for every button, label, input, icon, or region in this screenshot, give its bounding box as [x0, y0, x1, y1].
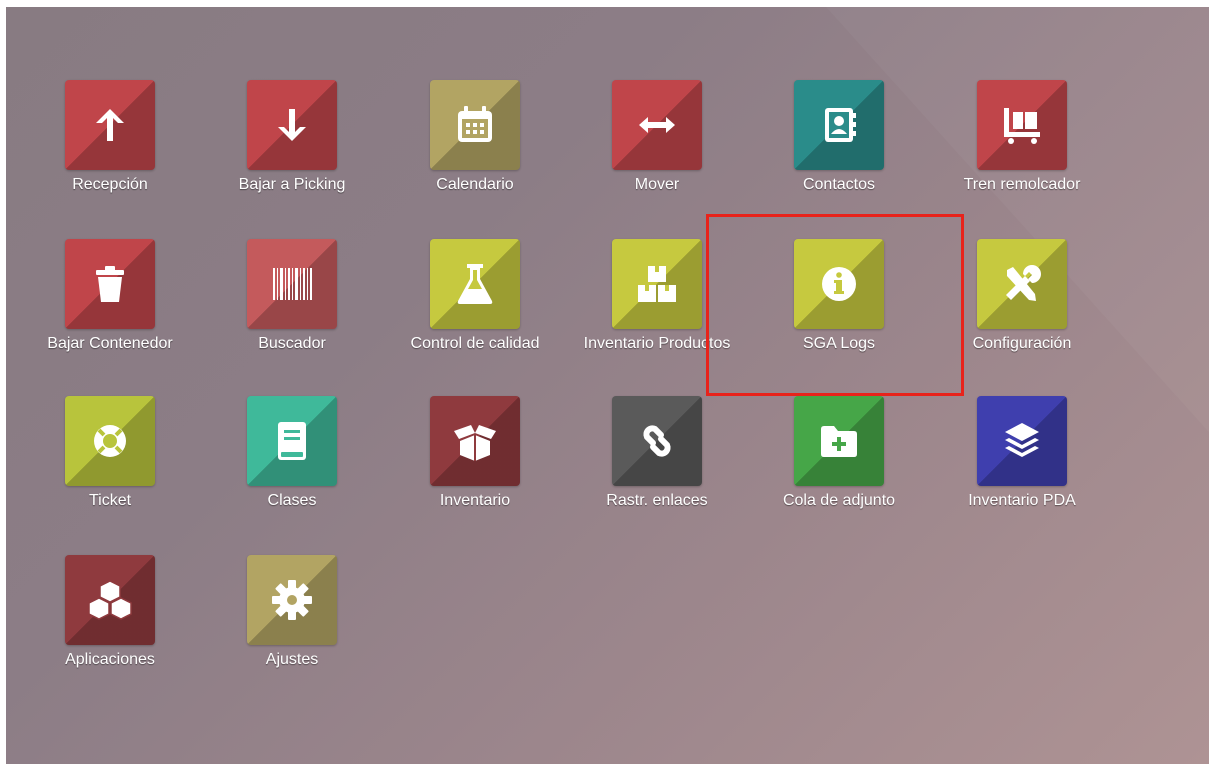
app-tile[interactable] [794, 239, 884, 329]
app-inventario-pda[interactable]: Inventario PDA [931, 396, 1113, 546]
app-recepcion[interactable]: Recepción [19, 80, 201, 230]
app-tile[interactable] [794, 396, 884, 486]
calendar-icon [458, 106, 492, 142]
address-book-icon [825, 108, 856, 142]
apps-grid: Recepción Bajar a Picking Calendario Mov… [6, 7, 1209, 764]
app-tile[interactable] [247, 239, 337, 329]
app-tile[interactable] [65, 555, 155, 645]
app-bajar-a-picking[interactable]: Bajar a Picking [201, 80, 383, 230]
app-label: Configuración [972, 335, 1072, 352]
app-tile[interactable] [430, 80, 520, 170]
app-tile[interactable] [612, 396, 702, 486]
info-circle-icon [822, 267, 856, 301]
home-menu: Recepción Bajar a Picking Calendario Mov… [6, 7, 1209, 764]
app-rastr-enlaces[interactable]: Rastr. enlaces [566, 396, 748, 546]
app-label: Ticket [88, 492, 132, 509]
app-bajar-contenedor[interactable]: Bajar Contenedor [19, 239, 201, 389]
link-icon [643, 425, 671, 457]
app-contactos[interactable]: Contactos [748, 80, 930, 230]
app-clases[interactable]: Clases [201, 396, 383, 546]
app-label: Calendario [436, 176, 514, 193]
boxes-icon [638, 266, 676, 302]
app-label: Recepción [72, 176, 148, 193]
life-ring-icon [94, 425, 126, 457]
arrow-up-icon [96, 109, 124, 141]
app-control-de-calidad[interactable]: Control de calidad [384, 239, 566, 389]
barcode-icon [273, 268, 312, 300]
app-tile[interactable] [247, 80, 337, 170]
book-icon [278, 422, 306, 460]
tools-icon [1006, 265, 1041, 301]
app-cola-de-adjunto[interactable]: Cola de adjunto [748, 396, 930, 546]
app-label: Rastr. enlaces [606, 492, 708, 509]
app-label: Clases [267, 492, 317, 509]
app-tile[interactable] [65, 396, 155, 486]
app-configuracion[interactable]: Configuración [931, 239, 1113, 389]
app-tile[interactable] [65, 80, 155, 170]
arrows-horizontal-icon [639, 117, 675, 133]
app-inventario-productos[interactable]: Inventario Productos [566, 239, 748, 389]
dolly-icon [1004, 108, 1040, 144]
app-aplicaciones[interactable]: Aplicaciones [19, 555, 201, 705]
app-label: Inventario Productos [583, 335, 731, 352]
app-tile[interactable] [612, 239, 702, 329]
app-tile[interactable] [65, 239, 155, 329]
app-label: Cola de adjunto [782, 492, 896, 509]
app-calendario[interactable]: Calendario [384, 80, 566, 230]
app-buscador[interactable]: Buscador [201, 239, 383, 389]
app-label: Contactos [802, 176, 876, 193]
app-label: Tren remolcador [963, 176, 1081, 193]
app-label: Inventario [439, 492, 511, 509]
app-label: Inventario PDA [968, 492, 1076, 509]
app-label: Bajar Contenedor [47, 335, 173, 352]
app-tile[interactable] [977, 80, 1067, 170]
layers-icon [1005, 423, 1039, 457]
open-box-icon [454, 425, 496, 461]
app-label: Bajar a Picking [238, 176, 346, 193]
app-label: Ajustes [265, 651, 319, 668]
app-tile[interactable] [612, 80, 702, 170]
app-tile[interactable] [794, 80, 884, 170]
trash-icon [96, 266, 124, 302]
app-tile[interactable] [247, 555, 337, 645]
app-label: Buscador [258, 335, 326, 352]
app-tile[interactable] [430, 239, 520, 329]
app-tile[interactable] [430, 396, 520, 486]
app-label: Mover [634, 176, 680, 193]
app-inventario[interactable]: Inventario [384, 396, 566, 546]
folder-plus-icon [821, 426, 857, 457]
app-tile[interactable] [247, 396, 337, 486]
app-ticket[interactable]: Ticket [19, 396, 201, 546]
app-label: SGA Logs [802, 335, 876, 352]
arrow-down-icon [278, 109, 306, 141]
gear-icon [272, 580, 312, 620]
flask-icon [457, 264, 493, 304]
cubes-icon [88, 580, 132, 620]
app-label: Control de calidad [410, 335, 540, 352]
app-sga-logs[interactable]: SGA Logs [748, 239, 930, 389]
app-tile[interactable] [977, 239, 1067, 329]
app-tren-remolcador[interactable]: Tren remolcador [931, 80, 1113, 230]
app-label: Aplicaciones [65, 651, 155, 668]
app-tile[interactable] [977, 396, 1067, 486]
app-mover[interactable]: Mover [566, 80, 748, 230]
app-ajustes[interactable]: Ajustes [201, 555, 383, 705]
